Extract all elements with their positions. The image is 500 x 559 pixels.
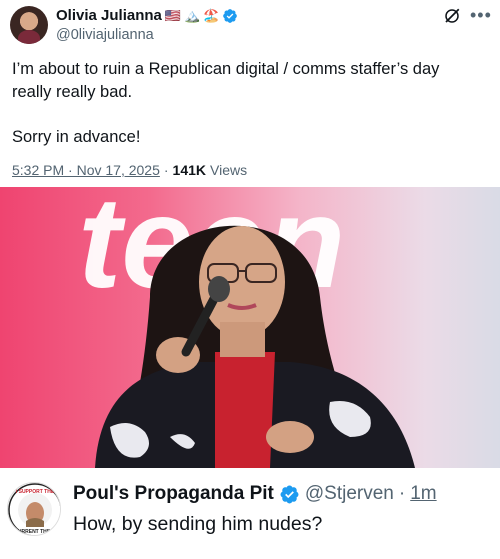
meta-separator: · [163,162,169,178]
tweet-header: Olivia Julianna 🇺🇸 🏔️ 🏖️ @0liviajulianna… [0,0,500,50]
views-count: 141K [172,162,207,178]
more-icon[interactable]: ••• [470,5,492,26]
tweet-meta: 5:32 PM · Nov 17, 2025 · 141K Views [12,162,247,178]
grok-icon[interactable] [443,7,461,25]
reply-timestamp[interactable]: 1m [410,483,436,505]
photo-illustration: teen [0,187,500,468]
verified-badge-icon [280,485,299,503]
beach-emoji: 🏖️ [203,8,220,23]
reply-separator: · [398,483,406,504]
reply-avatar-illustration: I SUPPORT THE CURRENT THING [8,483,60,535]
tweet-media-photo[interactable]: teen [0,187,500,468]
reply-header: Poul's Propaganda Pit @Stjerven · 1m [73,483,437,505]
reply-display-name[interactable]: Poul's Propaganda Pit [73,483,274,505]
author-display-name[interactable]: Olivia Julianna [56,7,162,24]
reply-tweet[interactable]: I SUPPORT THE CURRENT THING Poul's Propa… [0,468,500,559]
reply-text: How, by sending him nudes? [73,513,323,535]
flag-emoji: 🇺🇸 [164,8,182,23]
avatar-text-bottom: CURRENT THING [14,529,55,535]
avatar-text-top: I SUPPORT THE [16,489,55,495]
author-handle[interactable]: @0liviajulianna [56,27,154,43]
verified-badge-icon [223,8,238,23]
author-avatar[interactable] [10,6,48,44]
mountain-emoji: 🏔️ [184,8,201,23]
views-label: Views [210,162,248,178]
reply-handle[interactable]: @Stjerven [305,483,394,505]
tweet-text: I’m about to ruin a Republican digital /… [12,60,440,146]
author-name-row: Olivia Julianna 🇺🇸 🏔️ 🏖️ [56,7,238,24]
reply-author-avatar[interactable]: I SUPPORT THE CURRENT THING [7,482,61,536]
tweet-timestamp[interactable]: 5:32 PM · Nov 17, 2025 [12,162,160,178]
